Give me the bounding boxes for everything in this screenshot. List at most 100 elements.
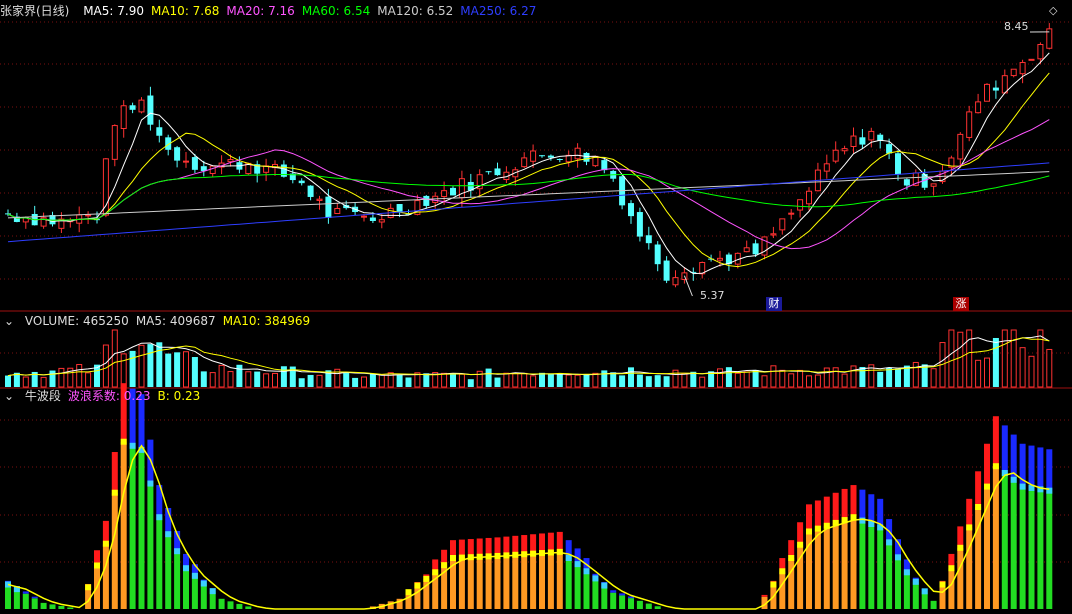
volume-bar	[1001, 329, 1008, 388]
wave-bar	[494, 555, 501, 609]
wave-top-bar	[1001, 425, 1008, 473]
wave-marker	[948, 565, 955, 572]
volume-bar	[832, 367, 839, 388]
volume-bar	[841, 373, 848, 388]
candle-body	[183, 160, 189, 163]
volume-bar	[823, 367, 830, 388]
volume-bar	[174, 352, 181, 387]
chevron-down-icon[interactable]: ⌄	[4, 389, 14, 403]
candle-body	[147, 95, 154, 125]
volume-bar	[378, 374, 385, 388]
volume-bar	[494, 377, 501, 387]
wave-top-bar	[806, 504, 812, 532]
wave-marker	[966, 524, 973, 531]
wave-bar	[912, 581, 919, 609]
volume-bar	[992, 337, 999, 387]
wave-marker	[797, 541, 804, 548]
volume-bar	[1028, 355, 1035, 388]
volume-bar	[165, 353, 172, 387]
wave-top-bar	[102, 520, 109, 544]
wave-marker	[770, 581, 777, 588]
wave-bar	[174, 551, 181, 609]
candle-body	[628, 203, 634, 217]
volume-bar	[191, 357, 198, 387]
volume-bar	[458, 373, 465, 388]
wave-bar	[886, 542, 893, 609]
volume-legend: ⌄ VOLUME: 465250 MA5: 409687 MA10: 384969	[4, 312, 324, 330]
candle-body	[654, 244, 661, 265]
candle-body	[227, 159, 234, 163]
wave-marker	[200, 580, 207, 587]
volume-bar	[183, 351, 189, 388]
volume-bar	[850, 365, 857, 388]
wave-marker	[903, 569, 910, 576]
volume-bar	[485, 368, 492, 387]
candle-body	[832, 149, 839, 162]
volume-bar	[743, 371, 750, 388]
volume-bar	[218, 364, 225, 388]
legend-item: MA5: 409687	[135, 314, 216, 328]
wave-marker	[806, 528, 812, 535]
wave-top-bar	[31, 596, 38, 599]
wave-marker	[886, 539, 893, 546]
wave-bar	[547, 552, 554, 609]
wave-bar	[592, 578, 599, 609]
candle-body	[859, 137, 866, 145]
wave-marker	[405, 589, 412, 596]
diamond-icon[interactable]: ◇	[1049, 4, 1057, 17]
volume-bar	[76, 364, 83, 388]
wave-bar	[512, 554, 519, 609]
wave-marker	[174, 548, 181, 555]
wave-marker	[1010, 476, 1017, 483]
volume-bar	[859, 366, 866, 387]
wave-bar	[823, 525, 830, 609]
volume-bar	[601, 370, 608, 387]
candle-body	[645, 235, 652, 244]
legend-item: 牛波段	[24, 389, 61, 403]
volume-bar	[423, 373, 430, 387]
wave-marker	[147, 480, 154, 487]
candle-body	[556, 159, 563, 161]
volume-bar	[948, 329, 955, 388]
volume-bar	[761, 375, 768, 388]
volume-bar	[966, 329, 973, 388]
volume-bar	[1037, 329, 1044, 388]
chevron-down-icon[interactable]: ⌄	[4, 314, 14, 328]
wave-bar	[156, 517, 163, 609]
wave-bar	[458, 557, 465, 609]
wave-marker	[94, 562, 100, 569]
candle-body	[138, 99, 145, 113]
wave-top-bar	[984, 443, 990, 487]
indicator-legend-items: 牛波段 波浪系数: 0.23 B: 0.23	[25, 389, 207, 403]
volume-bar	[280, 366, 287, 387]
wave-marker	[191, 572, 198, 579]
wave-marker	[129, 442, 136, 449]
candle-body	[903, 179, 910, 186]
candle-body	[806, 190, 812, 205]
volume-bar	[547, 374, 554, 387]
volume-bar	[610, 372, 617, 387]
candle-body	[316, 198, 323, 201]
volume-bar	[895, 368, 901, 387]
wave-marker	[939, 581, 946, 588]
wave-top-bar	[797, 522, 804, 545]
volume-bar	[85, 372, 92, 388]
volume-bar	[645, 376, 652, 387]
candle-body	[975, 101, 982, 114]
finance-tag[interactable]: 财	[766, 297, 782, 311]
rise-tag[interactable]: 涨	[953, 297, 969, 311]
candle-body	[111, 125, 118, 160]
stock-chart[interactable]	[0, 0, 1072, 614]
volume-bar	[592, 372, 599, 388]
volume-bar	[530, 375, 537, 388]
candle-body	[797, 199, 804, 211]
wave-marker	[992, 463, 999, 470]
wave-bar	[1046, 490, 1053, 609]
wave-top-bar	[610, 590, 617, 593]
volume-bar	[806, 375, 812, 388]
wave-top-bar	[992, 416, 999, 467]
volume-bar	[654, 375, 661, 387]
wave-bar	[984, 486, 990, 609]
wave-bar	[948, 568, 955, 609]
wave-bar	[40, 602, 47, 609]
